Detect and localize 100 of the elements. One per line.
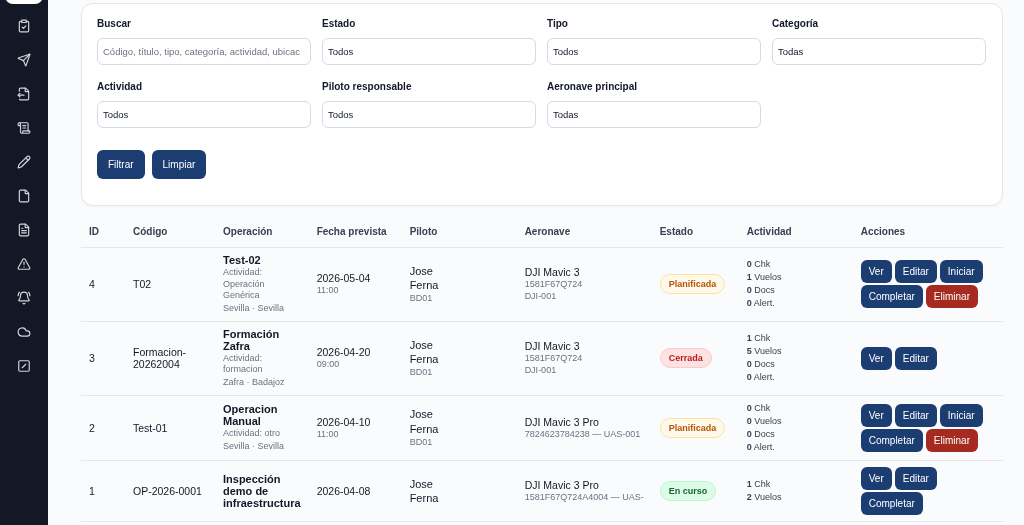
date-text: 2026-05-04 xyxy=(316,272,372,285)
code-text: Formacion-20262004 xyxy=(133,346,188,371)
activity-count: 0 Alert. xyxy=(746,440,776,454)
pilot-code: BD01 xyxy=(409,293,434,305)
action-button[interactable]: Completar xyxy=(860,285,923,309)
activity-count: 0 Docs xyxy=(746,284,776,298)
delete-button[interactable]: Eliminar xyxy=(925,285,978,309)
square-slash-icon xyxy=(17,359,31,373)
action-button[interactable]: Editar xyxy=(894,467,937,490)
action-button[interactable]: Editar xyxy=(894,346,937,370)
file-export-icon xyxy=(17,87,31,101)
activity-count: 0 Alert. xyxy=(746,297,776,311)
operation-detail: Actividad: Operación Genérica xyxy=(223,267,266,303)
id-text: 3 xyxy=(89,352,96,365)
operation-title: Operacion Manual xyxy=(223,403,279,428)
status-badge: Planificada xyxy=(659,274,726,295)
select-field[interactable]: Todas xyxy=(547,101,761,128)
status-badge: Planificada xyxy=(659,417,726,438)
field-label: Piloto responsable xyxy=(322,81,413,92)
select-field[interactable]: Todos xyxy=(322,101,536,128)
activity-count: 1 Chk xyxy=(746,332,772,346)
code-text: T02 xyxy=(133,278,153,291)
id-text: 1 xyxy=(89,485,96,497)
activity-count: 1 Vuelos xyxy=(746,271,783,285)
aircraft-detail: DJI-001 xyxy=(524,365,558,377)
activity-count: 0 Alert. xyxy=(746,371,776,385)
field-label: Aeronave principal xyxy=(547,81,639,92)
cloud-icon xyxy=(17,325,31,339)
column-header: Actividad xyxy=(738,226,853,248)
aircraft-detail: 1581F67Q724 xyxy=(524,352,584,365)
warning-icon xyxy=(17,257,31,271)
time-text: 11:00 xyxy=(316,285,340,297)
operation-title: Inspección demo de infraestructura xyxy=(223,473,301,509)
id-text: 4 xyxy=(89,278,96,291)
code-text: Test-01 xyxy=(133,421,169,434)
column-header: Operación xyxy=(215,226,309,248)
date-text: 2026-04-20 xyxy=(316,345,372,358)
action-button[interactable]: Ver xyxy=(860,467,892,490)
aircraft-detail: 1581F67Q724A4004 — UAS- xyxy=(524,491,644,504)
action-button[interactable]: Ver xyxy=(860,346,892,370)
activity-count: 0 Docs xyxy=(746,427,776,441)
aircraft-name: DJI Mavic 3 Pro xyxy=(524,415,600,428)
column-header: Estado xyxy=(651,226,739,248)
column-header: Código xyxy=(125,226,215,248)
delete-button[interactable]: Eliminar xyxy=(925,428,978,452)
date-text: 2026-04-10 xyxy=(316,415,372,428)
column-header: Aeronave xyxy=(516,226,652,248)
select-field[interactable]: Todas xyxy=(772,38,986,65)
aircraft-detail: 7824623784238 — UAS-001 xyxy=(524,428,642,441)
activity-count: 0 Chk xyxy=(746,258,772,272)
aircraft-detail: DJI-001 xyxy=(524,291,558,304)
aircraft-name: DJI Mavic 3 xyxy=(524,339,581,352)
operation-detail: Actividad: otro xyxy=(223,428,282,440)
time-text: 09:00 xyxy=(316,358,341,371)
action-button[interactable]: Editar xyxy=(894,260,937,284)
operation-detail: Sevilla · Sevilla xyxy=(223,303,286,315)
status-badge: Cerrada xyxy=(659,348,712,369)
aircraft-detail: 1581F67Q724 xyxy=(524,278,584,291)
field-label: Estado xyxy=(322,18,357,29)
action-button[interactable]: Editar xyxy=(894,403,937,427)
select-field[interactable]: Todos xyxy=(97,101,311,128)
id-text: 2 xyxy=(89,421,96,434)
column-header: Fecha prevista xyxy=(308,226,402,248)
action-button[interactable]: Iniciar xyxy=(939,403,983,427)
code-text: OP-2026-0001 xyxy=(133,485,203,497)
action-button[interactable]: Completar xyxy=(860,428,923,452)
pilot-code: BD01 xyxy=(409,436,434,449)
filter-button[interactable]: Filtrar xyxy=(97,150,145,179)
column-header: ID xyxy=(81,226,125,248)
field-label: Buscar xyxy=(97,18,132,29)
activity-count: 2 Vuelos xyxy=(746,491,783,504)
column-header: Acciones xyxy=(852,226,1003,248)
activity-count: 5 Vuelos xyxy=(746,345,783,359)
select-field[interactable]: Todos xyxy=(322,38,536,65)
column-header: Piloto xyxy=(401,226,517,248)
pilot-code: BD01 xyxy=(409,367,434,379)
action-button[interactable]: Completar xyxy=(860,492,923,515)
clipboard-check-icon xyxy=(17,19,31,33)
file-text-icon xyxy=(17,223,31,237)
operation-detail: Actividad: formacion xyxy=(223,352,264,377)
select-field[interactable]: Todos xyxy=(547,38,761,65)
field-label: Actividad xyxy=(97,81,143,92)
aircraft-name: DJI Mavic 3 Pro xyxy=(524,478,600,491)
file-icon xyxy=(17,189,31,203)
activity-count: 1 Chk xyxy=(746,477,772,491)
clear-button[interactable]: Limpiar xyxy=(151,150,207,179)
send-icon xyxy=(17,53,31,67)
action-button[interactable]: Ver xyxy=(860,403,892,427)
activity-count: 0 Vuelos xyxy=(746,414,783,428)
search-field[interactable]: Código, título, tipo, categoría, actividad, ubicac xyxy=(97,38,311,65)
pencil-icon xyxy=(17,155,31,169)
pilot-name: Jose Ferna xyxy=(409,337,440,367)
action-button[interactable]: Iniciar xyxy=(939,260,983,284)
operation-title: Formación Zafra xyxy=(223,327,281,352)
pilot-name: Jose Ferna xyxy=(409,476,440,506)
action-button[interactable]: Ver xyxy=(860,260,892,284)
operation-title: Test-02 xyxy=(223,254,262,266)
field-label: Tipo xyxy=(547,18,569,29)
activity-count: 0 Docs xyxy=(746,358,776,372)
bell-icon xyxy=(17,291,31,305)
